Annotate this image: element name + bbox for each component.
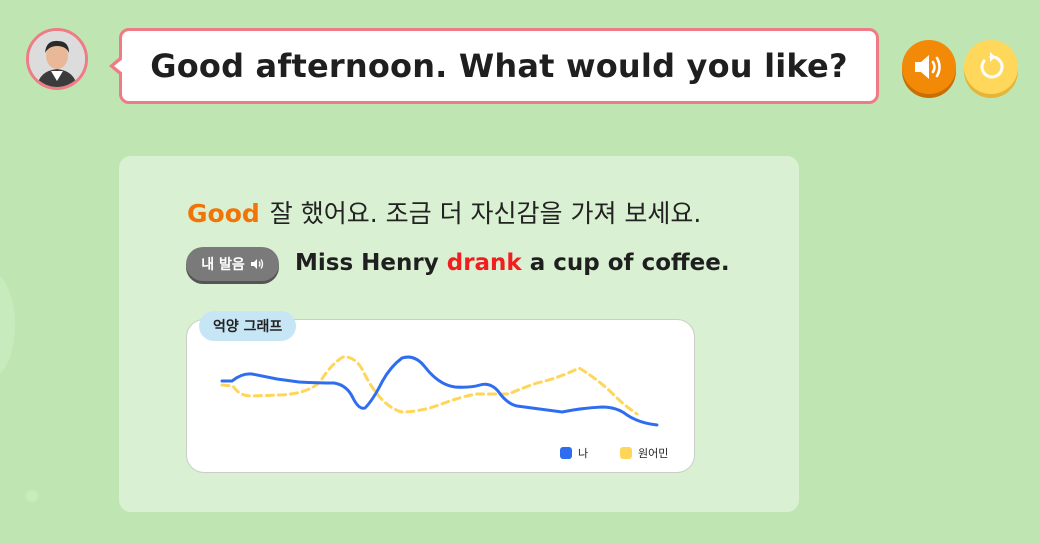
intonation-graph: 나 원어민 — [186, 319, 695, 473]
bubble-tail-inner — [114, 58, 124, 74]
legend-item-me: 나 — [560, 445, 588, 461]
feedback-line: Good 잘 했어요. 조금 더 자신감을 가져 보세요. — [187, 194, 701, 230]
target-sentence: Miss Henry drank a cup of coffee. — [295, 250, 730, 276]
graph-title-tag: 억양 그래프 — [199, 311, 297, 341]
legend-swatch — [560, 447, 572, 459]
decorative-dot — [26, 490, 38, 502]
play-sound-button[interactable] — [902, 40, 956, 94]
feedback-card: Good 잘 했어요. 조금 더 자신감을 가져 보세요. 내 발음 Miss H… — [119, 156, 799, 512]
my-pronunciation-label: 내 발음 — [201, 257, 245, 273]
speaker-icon — [250, 259, 263, 269]
replay-icon — [980, 52, 1004, 79]
highlighted-word: drank — [446, 250, 522, 276]
question-bubble: Good afternoon. What would you like? — [109, 28, 879, 104]
feedback-message: 잘 했어요. 조금 더 자신감을 가져 보세요. — [269, 199, 702, 228]
legend-label: 원어민 — [638, 447, 669, 460]
legend-item-native: 원어민 — [620, 445, 668, 461]
my-intonation-line — [220, 355, 659, 427]
teacher-avatar — [26, 28, 88, 90]
native-intonation-line — [220, 355, 639, 416]
my-pronunciation-button[interactable]: 내 발음 — [186, 247, 279, 281]
graph-title: 억양 그래프 — [213, 319, 283, 335]
question-text: Good afternoon. What would you like? — [150, 47, 848, 85]
sentence-part: a cup of coffee. — [529, 250, 730, 276]
speaker-icon — [915, 55, 941, 79]
legend-swatch — [620, 447, 632, 459]
grade-label: Good — [187, 199, 260, 228]
sentence-part: Miss Henry — [295, 250, 439, 276]
intonation-chart — [220, 355, 659, 427]
legend-label: 나 — [578, 447, 589, 460]
replay-button[interactable] — [964, 40, 1018, 94]
decorative-blob — [0, 270, 15, 380]
